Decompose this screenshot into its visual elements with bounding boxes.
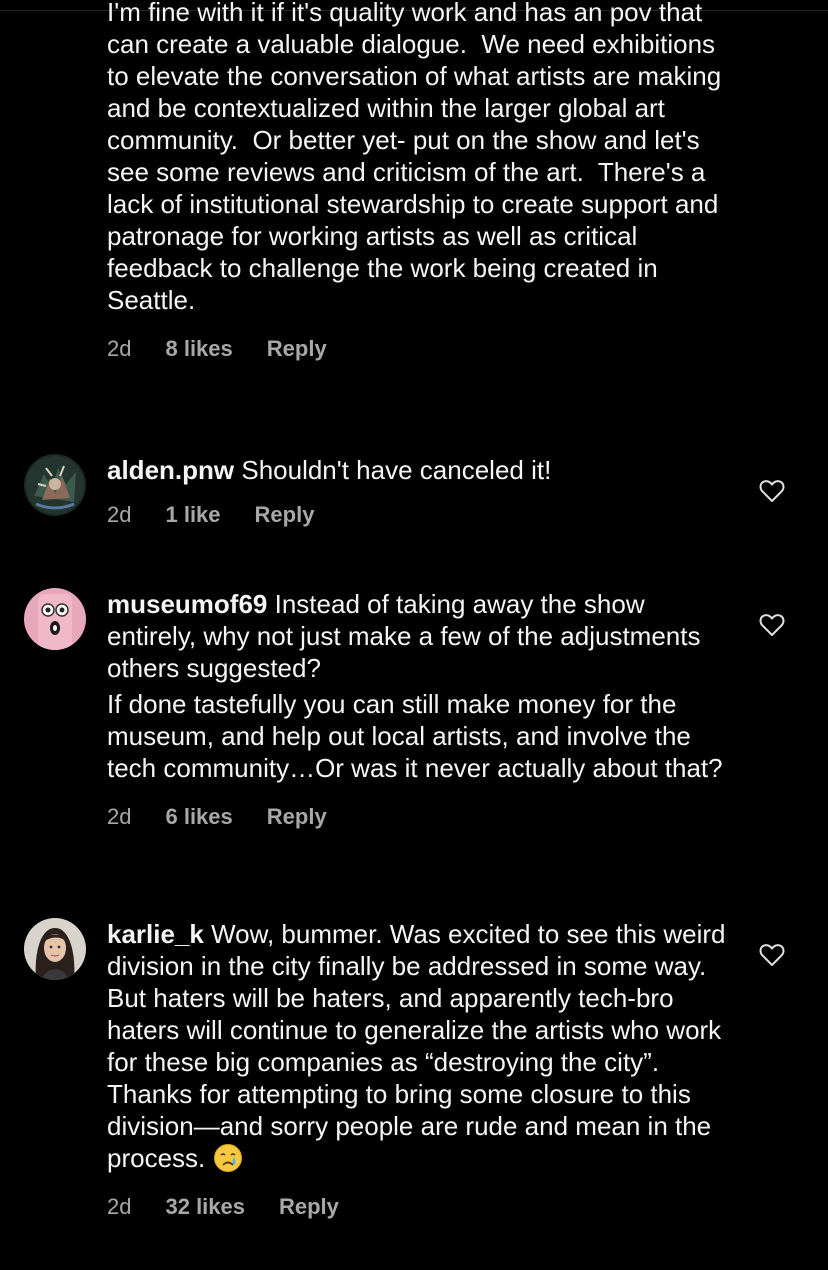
avatar[interactable]	[24, 454, 86, 516]
comment-body: karlie_k Wow, bummer. Was excited to see…	[107, 918, 727, 1222]
heart-icon[interactable]	[759, 479, 785, 503]
comment-body: museumof69 Instead of taking away the sh…	[107, 588, 727, 832]
comment-meta: 2d 6 likes Reply	[107, 802, 727, 832]
comment-time: 2d	[107, 1194, 132, 1219]
comment-username[interactable]: museumof69	[107, 589, 267, 619]
comment-text: museumof69 Instead of taking away the sh…	[107, 589, 708, 683]
reply-button[interactable]: Reply	[267, 334, 327, 364]
comment-meta: 2d 1 like Reply	[107, 500, 727, 530]
comment-time: 2d	[107, 502, 132, 527]
heart-icon[interactable]	[759, 943, 785, 967]
comment-text: I'm fine with it if it's quality work an…	[107, 0, 729, 315]
comment-likes-count[interactable]: 32 likes	[165, 1192, 245, 1222]
crying-face-emoji-icon	[213, 1144, 242, 1172]
comment-likes-count[interactable]: 1 like	[165, 500, 220, 530]
comment-likes-count[interactable]: 6 likes	[165, 802, 232, 832]
reply-button[interactable]: Reply	[267, 802, 327, 832]
comment-username[interactable]: karlie_k	[107, 919, 204, 949]
reply-button[interactable]: Reply	[279, 1192, 339, 1222]
reply-button[interactable]: Reply	[255, 500, 315, 530]
heart-icon[interactable]	[759, 613, 785, 637]
comment-body: I'm fine with it if it's quality work an…	[107, 0, 727, 364]
comment-text: alden.pnw Shouldn't have canceled it!	[107, 455, 552, 485]
comment-username[interactable]: alden.pnw	[107, 455, 234, 485]
comment-text: karlie_k Wow, bummer. Was excited to see…	[107, 919, 733, 1173]
comment-body: alden.pnw Shouldn't have canceled it! 2d…	[107, 454, 727, 530]
avatar[interactable]	[24, 918, 86, 980]
avatar[interactable]	[24, 588, 86, 650]
comment-meta: 2d 8 likes Reply	[107, 334, 727, 364]
comment-time: 2d	[107, 804, 132, 829]
comment-text-paragraph: If done tastefully you can still make mo…	[107, 689, 723, 783]
comment-likes-count[interactable]: 8 likes	[165, 334, 232, 364]
comment-time: 2d	[107, 336, 132, 361]
comment-meta: 2d 32 likes Reply	[107, 1192, 727, 1222]
